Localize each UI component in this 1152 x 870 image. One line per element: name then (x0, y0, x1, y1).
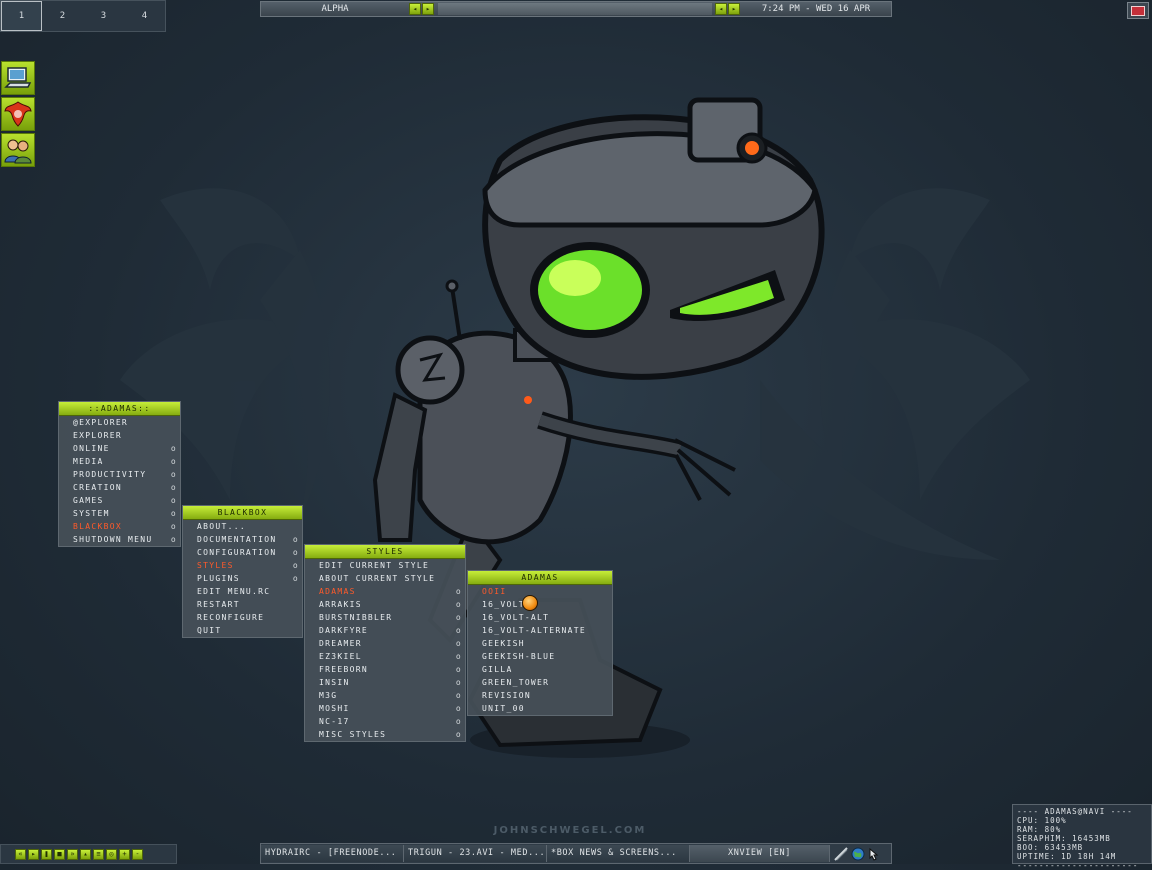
menu-item-reconfigure[interactable]: RECONFIGURE (183, 611, 302, 624)
stop-button[interactable]: ■ (54, 848, 65, 860)
blackbox-menu: BLACKBOX ABOUT... DOCUMENTATION o CONFIGU… (182, 505, 303, 638)
menu-item-edit-menurc[interactable]: EDIT MENU.RC (183, 585, 302, 598)
sysinfo-ram: RAM: 80% (1017, 825, 1062, 834)
menu-item-explorer-at[interactable]: @EXPLORER (59, 416, 180, 429)
menu-item-style-nc17[interactable]: NC-17 o (305, 715, 465, 728)
workspace-1[interactable]: 1 (1, 1, 42, 31)
media-control-bar: « ▸ ❚ ■ » ▴ ≡ ◎ + - (0, 844, 177, 864)
menu-item-style-moshi[interactable]: MOSHI o (305, 702, 465, 715)
network-icon[interactable] (834, 846, 848, 861)
blackbox-menu-title: BLACKBOX (183, 506, 302, 520)
menu-item-games[interactable]: GAMES o (59, 494, 180, 507)
wallpaper-signature: JOHNSCHWEGEL.COM (493, 825, 647, 836)
menu-item-productivity[interactable]: PRODUCTIVITY o (59, 468, 180, 481)
menu-item-style-m3g[interactable]: M3G o (305, 689, 465, 702)
task-trigun-media[interactable]: TRIGUN - 23.AVI - MED... (404, 845, 547, 862)
menu-item-styles[interactable]: STYLES o (183, 559, 302, 572)
workspace-3[interactable]: 3 (83, 1, 124, 31)
workspace-next-button[interactable]: ▸ (422, 3, 434, 15)
rewind-button[interactable]: « (15, 848, 26, 860)
volume-up-button[interactable]: + (119, 848, 130, 860)
menu-item-misc-styles[interactable]: MISC STYLES o (305, 728, 465, 741)
system-tray (830, 846, 882, 861)
window-title-area (438, 3, 712, 15)
menu-item-online[interactable]: ONLINE o (59, 442, 180, 455)
menu-item-about-current-style[interactable]: ABOUT CURRENT STYLE (305, 572, 465, 585)
phoenix-icon[interactable] (1, 97, 35, 131)
sysinfo-boo: BOO: 63453MB (1017, 843, 1084, 852)
menu-item-style-16-volt-alt[interactable]: 16_VOLT-ALT (468, 611, 612, 624)
menu-item-explorer[interactable]: EXPLORER (59, 429, 180, 442)
menu-item-shutdown[interactable]: SHUTDOWN MENU o (59, 533, 180, 546)
workspace-2[interactable]: 2 (42, 1, 83, 31)
styles-menu-title: STYLES (305, 545, 465, 559)
task-xnview[interactable]: XNVIEW [EN] (690, 845, 830, 862)
menu-item-quit[interactable]: QUIT (183, 624, 302, 637)
menu-item-plugins[interactable]: PLUGINS o (183, 572, 302, 585)
menu-item-style-16-volt[interactable]: 16_VOLT (468, 598, 612, 611)
menu-item-style-arrakis[interactable]: ARRAKIS o (305, 598, 465, 611)
sysinfo-cpu: CPU: 100% (1017, 816, 1067, 825)
clock: 7:24 PM - WED 16 APR (761, 4, 871, 14)
menu-item-style-ez3kiel[interactable]: EZ3KIEL o (305, 650, 465, 663)
menu-item-media[interactable]: MEDIA o (59, 455, 180, 468)
workspace-4[interactable]: 4 (124, 1, 165, 31)
menu-item-style-unit-00[interactable]: UNIT_00 (468, 702, 612, 715)
menu-item-configuration[interactable]: CONFIGURATION o (183, 546, 302, 559)
taskbar: HYDRAIRC - [FREENODE... TRIGUN - 23.AVI … (260, 843, 892, 864)
users-icon[interactable] (1, 133, 35, 167)
adamas-menu-title: ADAMAS (468, 571, 612, 585)
menu-item-style-insin[interactable]: INSIN o (305, 676, 465, 689)
menu-item-style-gilla[interactable]: GILLA (468, 663, 612, 676)
sysinfo-header: ---- ADAMAS@NAVI ---- (1017, 807, 1133, 816)
sysinfo-seraphim: SERAPHIM: 16453MB (1017, 834, 1111, 843)
root-menu: ::ADAMAS:: @EXPLORER EXPLORER ONLINE o ME… (58, 401, 181, 547)
mouse-icon[interactable] (868, 847, 882, 861)
mouse-cursor-icon (522, 595, 538, 611)
menu-item-style-geekish[interactable]: GEEKISH (468, 637, 612, 650)
menu-item-style-revision[interactable]: REVISION (468, 689, 612, 702)
menu-item-style-dreamer[interactable]: DREAMER o (305, 637, 465, 650)
menu-item-edit-current-style[interactable]: EDIT CURRENT STYLE (305, 559, 465, 572)
forward-button[interactable]: » (67, 848, 78, 860)
task-box-news[interactable]: *BOX NEWS & SCREENS... (547, 845, 690, 862)
eject-button[interactable]: ▴ (80, 848, 91, 860)
menu-item-about[interactable]: ABOUT... (183, 520, 302, 533)
menu-item-restart[interactable]: RESTART (183, 598, 302, 611)
workspace-pager: 1 2 3 4 (0, 0, 166, 32)
task-hydrairc[interactable]: HYDRAIRC - [FREENODE... (261, 845, 404, 862)
play-button[interactable]: ▸ (28, 848, 39, 860)
globe-icon[interactable] (851, 847, 865, 861)
menu-item-style-adamas[interactable]: ADAMAS o (305, 585, 465, 598)
settings-button[interactable]: ◎ (106, 848, 117, 860)
menu-item-style-burstnibbler[interactable]: BURSTNIBBLER o (305, 611, 465, 624)
menu-item-style-16-volt-alternate[interactable]: 16_VOLT-ALTERNATE (468, 624, 612, 637)
menu-item-style-ooii[interactable]: OOII (468, 585, 612, 598)
volume-down-button[interactable]: - (132, 848, 143, 860)
sysinfo-uptime: UPTIME: 1D 18H 14M (1017, 852, 1117, 861)
menu-item-style-green-tower[interactable]: GREEN_TOWER (468, 676, 612, 689)
menu-item-documentation[interactable]: DOCUMENTATION o (183, 533, 302, 546)
system-info-monitor: ---- ADAMAS@NAVI ---- CPU: 100% RAM: 80%… (1012, 804, 1152, 870)
menu-item-style-geekish-blue[interactable]: GEEKISH-BLUE (468, 650, 612, 663)
menu-item-system[interactable]: SYSTEM o (59, 507, 180, 520)
window-prev-button[interactable]: ◂ (715, 3, 727, 15)
menu-item-style-darkfyre[interactable]: DARKFYRE o (305, 624, 465, 637)
window-next-button[interactable]: ▸ (728, 3, 740, 15)
adamas-styles-menu: ADAMAS OOII 16_VOLT 16_VOLT-ALT 16_VOLT-… (467, 570, 613, 716)
menu-item-blackbox[interactable]: BLACKBOX o (59, 520, 180, 533)
sysinfo-footer: ---------------------- (1017, 861, 1139, 870)
language-flag-icon[interactable] (1127, 2, 1149, 19)
menu-item-style-freeborn[interactable]: FREEBORN o (305, 663, 465, 676)
pause-button[interactable]: ❚ (41, 848, 52, 860)
workspace-name: ALPHA (321, 4, 349, 14)
styles-menu: STYLES EDIT CURRENT STYLE ABOUT CURRENT … (304, 544, 466, 742)
playlist-button[interactable]: ≡ (93, 848, 104, 860)
root-menu-title: ::ADAMAS:: (59, 402, 180, 416)
toolbar: ALPHA ◂ ▸ ◂ ▸ 7:24 PM - WED 16 APR (260, 1, 892, 17)
computer-icon[interactable] (1, 61, 35, 95)
menu-item-creation[interactable]: CREATION o (59, 481, 180, 494)
workspace-prev-button[interactable]: ◂ (409, 3, 421, 15)
